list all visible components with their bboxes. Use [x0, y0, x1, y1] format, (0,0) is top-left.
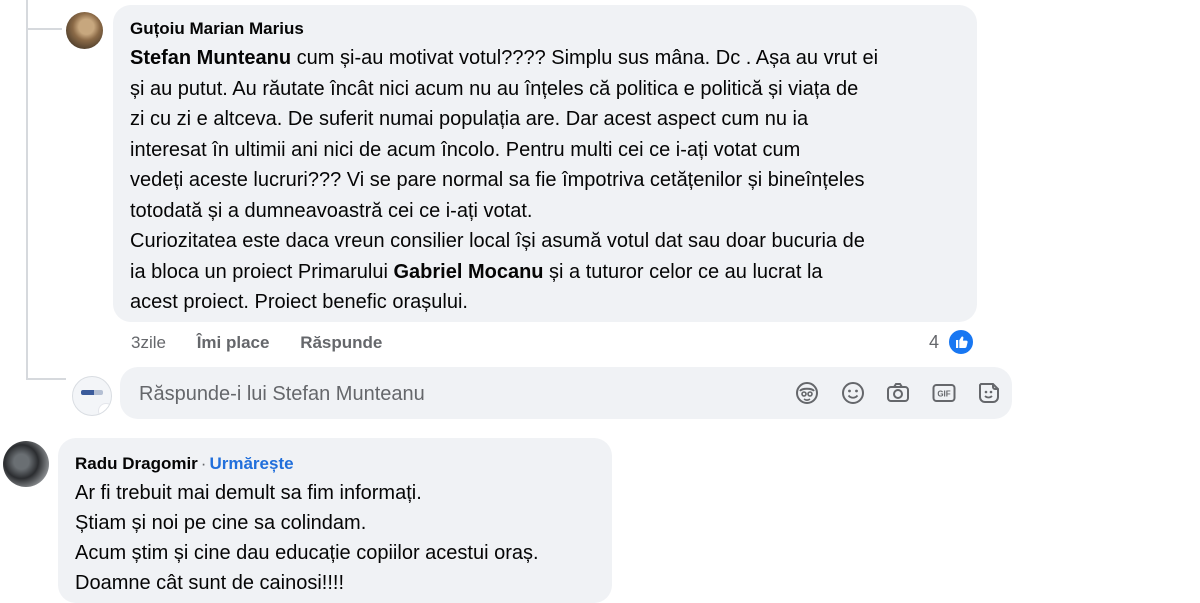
sticker-icon[interactable]	[976, 380, 1002, 406]
avatar[interactable]	[3, 441, 49, 487]
avatar-sticker-icon[interactable]	[794, 380, 820, 406]
thread-connector	[26, 28, 62, 30]
comment-header: Radu Dragomir · Urmărește	[75, 454, 294, 474]
comment-line-text: ia bloca un proiect Primarului	[130, 260, 394, 283]
comment-line: interesat în ultimii ani nici de acum în…	[130, 138, 801, 161]
reply-composer: GIF	[120, 367, 1012, 421]
comment-line-text: și a tuturor celor ce au lucrat la	[543, 260, 823, 283]
comment-line: Acum știm și cine dau educație copiilor …	[75, 542, 539, 564]
comment-line-text: cum și-au motivat votul???? Simplu sus m…	[291, 47, 879, 69]
comment-line: zi cu zi e altceva. De suferit numai pop…	[130, 108, 809, 130]
reaction-count: 4	[929, 331, 940, 352]
comment-line: Ar fi trebuit mai demult sa fim informaț…	[75, 482, 422, 504]
comment-bubble: Radu Dragomir · Urmărește Ar fi trebuit ma…	[58, 438, 612, 603]
comment-line: Doamne cât sunt de cainosi!!!!	[75, 572, 345, 594]
comment-line: vedeți aceste lucruri??? Vi se pare norm…	[130, 169, 865, 191]
comment-timestamp[interactable]: 3zile	[131, 333, 166, 353]
like-reaction-icon	[947, 328, 976, 356]
reaction-summary[interactable]: 4	[929, 328, 976, 356]
comment-line: acest proiect. Proiect benefic orașului.	[130, 291, 468, 313]
mention-link[interactable]: Gabriel Mocanu	[393, 261, 543, 283]
comment-line: Știam și noi pe cine sa colindam.	[75, 512, 367, 534]
comment-line: ia bloca un proiect Primarului Gabriel M…	[130, 257, 965, 288]
comment-bubble: Guțoiu Marian Marius Stefan Munteanu cum…	[113, 5, 977, 322]
avatar-logo	[81, 390, 103, 395]
follow-button[interactable]: Urmărește	[209, 454, 293, 473]
reply-input[interactable]	[137, 367, 781, 421]
reply-button[interactable]: Răspunde	[300, 333, 382, 353]
avatar[interactable]	[66, 12, 103, 49]
chevron-down-icon[interactable]: ⌄	[99, 404, 111, 415]
comment-line: Stefan Munteanu cum și-au motivat votul?…	[130, 43, 965, 74]
comment-text: Ar fi trebuit mai demult sa fim informaț…	[75, 478, 605, 598]
comment-author[interactable]: Radu Dragomir	[75, 454, 198, 473]
mention-link[interactable]: Stefan Munteanu	[130, 47, 291, 69]
like-button[interactable]: Îmi place	[197, 333, 270, 353]
comment-actions: 3zile Îmi place Răspunde	[131, 333, 382, 353]
avatar[interactable]: ⌄	[72, 376, 112, 416]
camera-icon[interactable]	[885, 380, 911, 406]
thread-line	[26, 0, 28, 380]
comment-line: Curiozitatea este daca vreun consilier l…	[130, 230, 865, 252]
gif-icon[interactable]: GIF	[931, 380, 957, 406]
svg-text:GIF: GIF	[937, 390, 950, 399]
comment-text: Stefan Munteanu cum și-au motivat votul?…	[130, 43, 965, 318]
comment-line: și au putut. Au răutate încât nici acum …	[130, 77, 859, 100]
comment-line: totodată și a dumneavoastră cei ce i-ați…	[130, 199, 533, 222]
comment-author[interactable]: Guțoiu Marian Marius	[130, 19, 304, 39]
composer-icons: GIF	[779, 380, 1002, 406]
emoji-icon[interactable]	[840, 380, 866, 406]
thread-connector	[26, 378, 66, 380]
separator-dot: ·	[200, 454, 207, 473]
